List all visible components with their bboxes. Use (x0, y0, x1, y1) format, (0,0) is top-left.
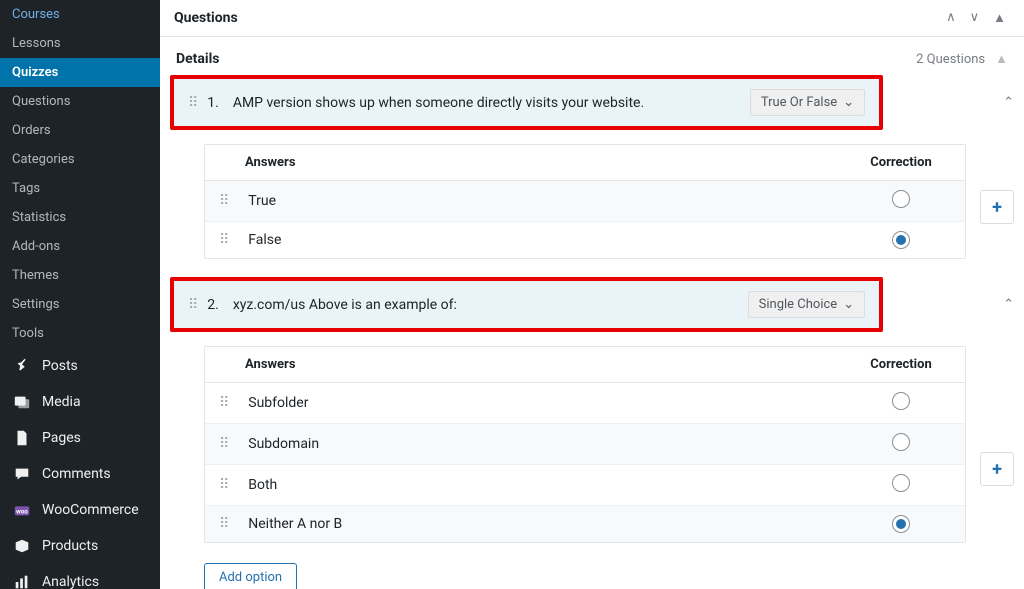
answers-col-label: Answers (219, 357, 851, 372)
pin-icon (12, 356, 32, 376)
drag-handle-icon[interactable]: ⠿ (188, 297, 197, 313)
question-row-2[interactable]: ⠿ 2. xyz.com/us Above is an example of: … (170, 277, 883, 332)
sidebar-item-tags[interactable]: Tags (0, 174, 160, 203)
sidebar-item-posts[interactable]: Posts (0, 348, 160, 384)
chevron-down-icon: ⌄ (843, 297, 854, 312)
correction-col-label: Correction (851, 357, 951, 372)
sidebar-item-categories[interactable]: Categories (0, 145, 160, 174)
question-text[interactable]: AMP version shows up when someone direct… (233, 95, 750, 111)
drag-handle-icon[interactable]: ⠿ (188, 95, 197, 111)
answers-header-row: Answers Correction (205, 347, 965, 383)
box-icon (12, 536, 32, 556)
app-root: Courses Lessons Quizzes Questions Orders… (0, 0, 1024, 589)
answer-row: ⠿ Subfolder (205, 383, 965, 424)
correction-radio[interactable] (892, 515, 910, 533)
panel-content: Details 2 Questions ▲ ⠿ 1. AMP version s… (160, 37, 1024, 589)
sidebar-item-tools[interactable]: Tools (0, 319, 160, 348)
question-collapse-toggle[interactable]: ⌃ (1003, 95, 1014, 110)
answer-row: ⠿ Subdomain (205, 424, 965, 465)
details-bar: Details 2 Questions ▲ (170, 47, 1014, 75)
sidebar-item-pages[interactable]: Pages (0, 420, 160, 456)
panel-collapse-icon[interactable]: ▲ (989, 8, 1010, 28)
answer-row: ⠿ Neither A nor B (205, 506, 965, 542)
sidebar-item-courses[interactable]: Courses (0, 0, 160, 29)
answer-label[interactable]: Subfolder (248, 395, 308, 411)
add-option-button[interactable]: Add option (204, 563, 297, 589)
sidebar-item-products[interactable]: Products (0, 528, 160, 564)
sidebar-item-themes[interactable]: Themes (0, 261, 160, 290)
answer-label[interactable]: Neither A nor B (248, 516, 342, 532)
sidebar-item-analytics[interactable]: Analytics (0, 564, 160, 589)
correction-radio[interactable] (892, 474, 910, 492)
sidebar-item-addons[interactable]: Add-ons (0, 232, 160, 261)
sidebar-item-comments[interactable]: Comments (0, 456, 160, 492)
answer-row: ⠿ Both (205, 465, 965, 506)
panel-header: Questions ∧ ∨ ▲ (160, 0, 1024, 37)
chevron-down-icon: ⌄ (843, 95, 854, 110)
question-collapse-toggle[interactable]: ⌃ (1003, 297, 1014, 312)
page-icon (12, 428, 32, 448)
drag-handle-icon[interactable]: ⠿ (219, 395, 228, 411)
sidebar-item-lessons[interactable]: Lessons (0, 29, 160, 58)
comment-icon (12, 464, 32, 484)
sidebar-item-quizzes[interactable]: Quizzes (0, 58, 160, 87)
sort-icon[interactable]: ▲ (995, 51, 1008, 67)
correction-radio[interactable] (892, 433, 910, 451)
panel-move-up-icon[interactable]: ∧ (942, 8, 960, 28)
add-question-button[interactable]: + (980, 190, 1014, 224)
panel-move-down-icon[interactable]: ∨ (966, 8, 984, 28)
question-row-1[interactable]: ⠿ 1. AMP version shows up when someone d… (170, 75, 883, 130)
drag-handle-icon[interactable]: ⠿ (219, 436, 228, 452)
panel-title: Questions (174, 10, 238, 26)
sidebar-item-woocommerce[interactable]: woo WooCommerce (0, 492, 160, 528)
question-number: 1. (207, 95, 219, 111)
details-label: Details (176, 51, 220, 67)
answer-row: ⠿ True (205, 181, 965, 222)
drag-handle-icon[interactable]: ⠿ (219, 232, 228, 248)
sidebar-item-questions[interactable]: Questions (0, 87, 160, 116)
answers-header-row: Answers Correction (205, 145, 965, 181)
answer-label[interactable]: Both (248, 477, 277, 493)
question-type-select[interactable]: True Or False ⌄ (750, 89, 865, 116)
correction-radio[interactable] (892, 190, 910, 208)
woo-icon: woo (12, 500, 32, 520)
media-icon (12, 392, 32, 412)
correction-radio[interactable] (892, 231, 910, 249)
sidebar-item-media[interactable]: Media (0, 384, 160, 420)
question-type-select[interactable]: Single Choice ⌄ (748, 291, 865, 318)
correction-col-label: Correction (851, 155, 951, 170)
drag-handle-icon[interactable]: ⠿ (219, 516, 228, 532)
question-number: 2. (207, 297, 219, 313)
answer-label[interactable]: True (248, 193, 276, 209)
admin-sidebar: Courses Lessons Quizzes Questions Orders… (0, 0, 160, 589)
drag-handle-icon[interactable]: ⠿ (219, 477, 228, 493)
answers-table: Answers Correction ⠿ True ⠿ False (204, 144, 966, 259)
answer-label[interactable]: Subdomain (248, 436, 319, 452)
correction-radio[interactable] (892, 392, 910, 410)
svg-text:woo: woo (16, 508, 28, 516)
bars-icon (12, 572, 32, 589)
answers-block-1: Answers Correction ⠿ True ⠿ False + (170, 130, 1014, 259)
question-text[interactable]: xyz.com/us Above is an example of: (233, 297, 748, 313)
answer-label[interactable]: False (248, 232, 281, 248)
main-content: Questions ∧ ∨ ▲ Details 2 Questions ▲ ⠿ … (160, 0, 1024, 589)
panel-controls: ∧ ∨ ▲ (942, 8, 1010, 28)
add-question-button[interactable]: + (980, 452, 1014, 486)
sidebar-item-orders[interactable]: Orders (0, 116, 160, 145)
sidebar-item-statistics[interactable]: Statistics (0, 203, 160, 232)
drag-handle-icon[interactable]: ⠿ (219, 193, 228, 209)
answer-row: ⠿ False (205, 222, 965, 258)
answers-table: Answers Correction ⠿ Subfolder ⠿ Subdomain… (204, 346, 966, 543)
sidebar-item-settings[interactable]: Settings (0, 290, 160, 319)
question-count: 2 Questions ▲ (916, 51, 1008, 67)
answers-col-label: Answers (219, 155, 851, 170)
answers-block-2: Answers Correction ⠿ Subfolder ⠿ Subdomain… (170, 332, 1014, 543)
